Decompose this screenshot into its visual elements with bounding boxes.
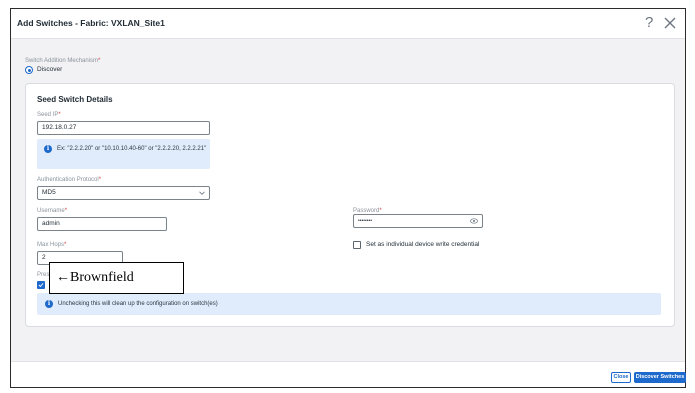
- chevron-down-icon: [199, 191, 205, 195]
- auth-protocol-select[interactable]: MD5: [37, 186, 210, 200]
- discover-radio-label[interactable]: Discover: [37, 66, 62, 73]
- write-credential-checkbox[interactable]: [353, 241, 361, 249]
- dialog-header: Add Switches - Fabric: VXLAN_Site1 ?: [11, 9, 685, 39]
- auth-protocol-label: Authentication Protocol*: [37, 177, 102, 183]
- mechanism-label: Switch Addition Mechanism*: [25, 58, 101, 64]
- username-input[interactable]: admin: [37, 217, 167, 231]
- eye-icon[interactable]: [470, 218, 478, 224]
- write-credential-label: Set as individual device write credentia…: [366, 241, 480, 248]
- add-switches-dialog: Add Switches - Fabric: VXLAN_Site1 ? Swi…: [10, 8, 686, 388]
- info-icon: i: [45, 300, 53, 308]
- discover-radio[interactable]: [25, 66, 33, 74]
- preserve-config-checkbox[interactable]: [37, 281, 45, 289]
- dialog-title: Add Switches - Fabric: VXLAN_Site1: [17, 18, 165, 28]
- password-input[interactable]: ••••••••: [353, 214, 483, 228]
- password-value: ••••••••: [358, 218, 373, 224]
- username-label: Username*: [37, 208, 68, 214]
- discover-switches-button[interactable]: Discover Switches: [634, 372, 686, 383]
- max-hops-label: Max Hops*: [37, 242, 67, 248]
- preserve-config-label: Pres: [37, 272, 50, 278]
- close-icon[interactable]: [663, 16, 677, 30]
- preserve-info-text: Unchecking this will clean up the config…: [58, 301, 218, 307]
- question-icon[interactable]: ?: [645, 13, 653, 33]
- seed-ip-input[interactable]: 192.18.0.27: [37, 121, 210, 135]
- seed-switch-title: Seed Switch Details: [37, 95, 113, 104]
- checkmark-icon: [38, 283, 44, 288]
- preserve-info-box: i Unchecking this will clean up the conf…: [37, 293, 661, 315]
- dialog-footer: Close Discover Switches: [11, 361, 686, 387]
- info-icon: i: [44, 145, 52, 153]
- brownfield-annotation: ←Brownfield: [49, 262, 184, 294]
- auth-protocol-value: MD5: [42, 189, 56, 196]
- seed-ip-hint: Ex: "2.2.2.20" or "10.10.10.40-60" or "2…: [57, 146, 207, 152]
- seed-ip-label: Seed IP*: [37, 112, 61, 118]
- seed-ip-hint-box: i Ex: "2.2.2.20" or "10.10.10.40-60" or …: [37, 139, 210, 169]
- close-button[interactable]: Close: [611, 372, 631, 383]
